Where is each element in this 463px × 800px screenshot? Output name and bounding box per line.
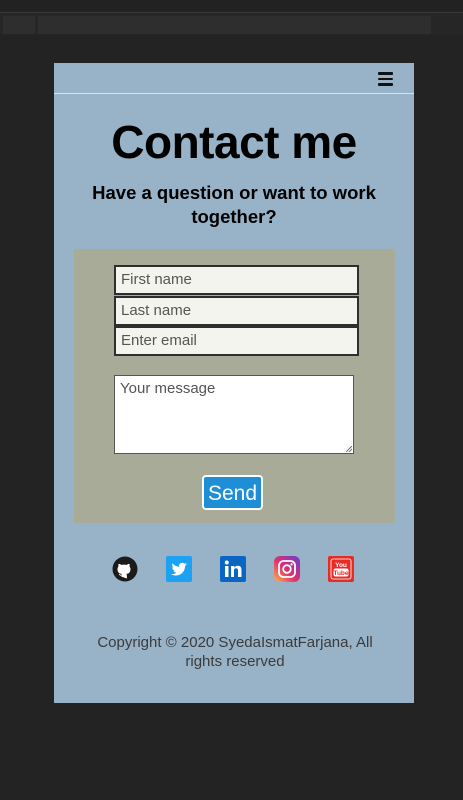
svg-text:Tube: Tube <box>333 570 348 577</box>
youtube-icon[interactable]: You Tube <box>328 556 354 582</box>
message-textarea[interactable]: Your message <box>114 375 354 454</box>
linkedin-icon[interactable] <box>220 556 246 582</box>
contact-form: First name Last name Enter email Your me… <box>74 249 395 523</box>
page-subtitle: Have a question or want to work together… <box>92 182 376 227</box>
message-placeholder: Your message <box>120 380 216 397</box>
page-title: Contact me <box>111 116 357 168</box>
address-segment[interactable] <box>38 16 431 34</box>
github-icon[interactable] <box>112 556 138 582</box>
email-input[interactable]: Enter email <box>114 326 359 356</box>
devtools-toolbar <box>0 0 463 13</box>
devtools-tab-bar <box>0 13 463 35</box>
resize-handle-icon[interactable] <box>346 446 352 452</box>
send-button[interactable]: Send <box>202 475 263 510</box>
svg-text:You: You <box>335 562 347 569</box>
instagram-icon[interactable] <box>274 556 300 582</box>
first-name-input[interactable]: First name <box>114 265 359 295</box>
hamburger-menu-icon[interactable] <box>378 72 393 86</box>
social-links: You Tube <box>112 556 362 582</box>
mobile-page: Contact me Have a question or want to wo… <box>54 63 414 703</box>
navbar <box>54 63 414 94</box>
twitter-icon[interactable] <box>166 556 192 582</box>
copyright-text: Copyright © 2020 SyedaIsmatFarjana, All … <box>97 634 373 670</box>
last-name-input[interactable]: Last name <box>114 296 359 326</box>
tab-segment[interactable] <box>3 16 35 34</box>
